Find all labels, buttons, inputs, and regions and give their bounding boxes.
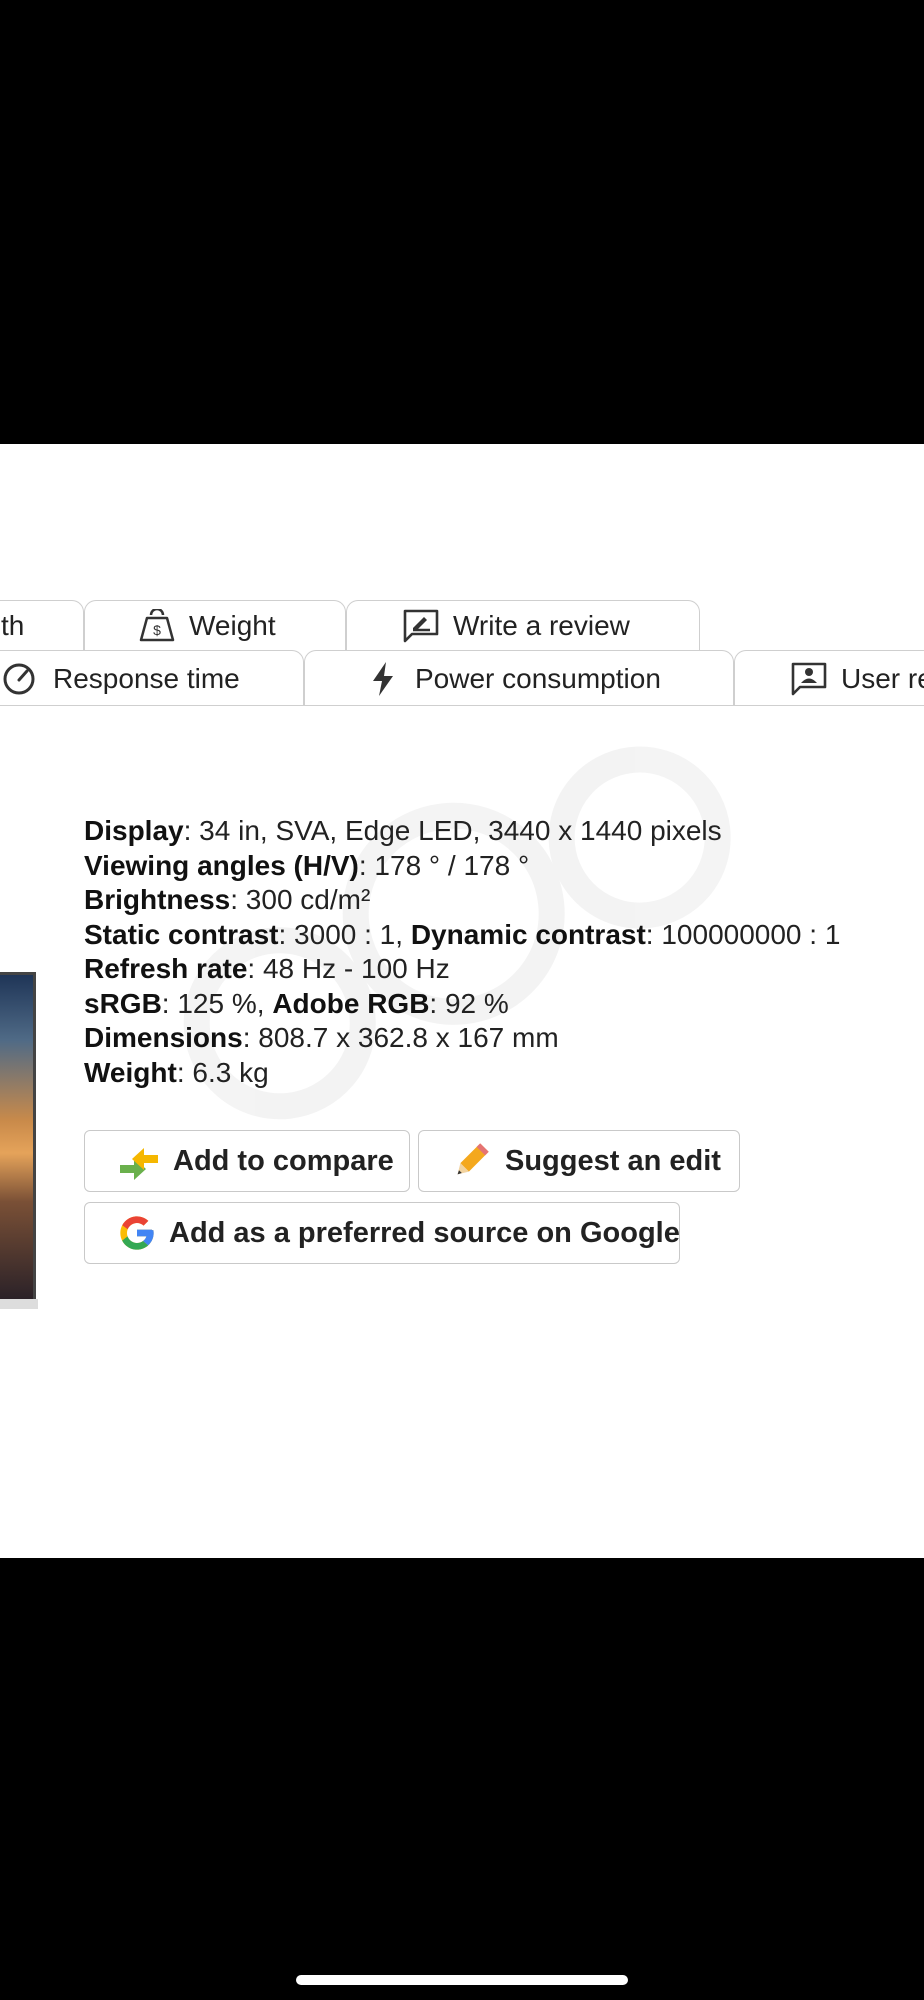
compare-arrows-icon xyxy=(117,1139,161,1183)
lightning-icon xyxy=(363,661,403,697)
write-review-icon xyxy=(401,608,441,644)
tab-label: th xyxy=(1,609,25,641)
tab-user-reviews[interactable]: User re xyxy=(734,650,924,706)
spec-viewing-angles: Viewing angles (H/V): 178 ° / 178 ° xyxy=(84,849,530,881)
product-image-stand xyxy=(0,1299,38,1309)
add-to-compare-button[interactable]: Add to compare xyxy=(84,1130,410,1192)
weight-icon: $ xyxy=(137,608,177,644)
spec-brightness: Brightness: 300 cd/m² xyxy=(84,884,371,915)
tab-power-consumption[interactable]: Power consumption xyxy=(304,650,734,706)
home-indicator[interactable] xyxy=(296,1975,628,1985)
tab-label: User re xyxy=(841,662,924,694)
spec-color-gamut: sRGB: 125 %, Adobe RGB: 92 % xyxy=(84,987,509,1019)
tab-label: Power consumption xyxy=(415,662,661,694)
google-source-label: Add as a preferred source on Google xyxy=(169,1216,680,1249)
user-review-icon xyxy=(789,661,829,697)
tab-label: Write a review xyxy=(453,609,630,641)
suggest-edit-button[interactable]: Suggest an edit xyxy=(418,1130,740,1192)
suggest-edit-label: Suggest an edit xyxy=(505,1144,721,1177)
page-content: th $ Weight Write a review Response time… xyxy=(0,444,924,1558)
tab-label: Weight xyxy=(189,609,276,641)
tab-weight[interactable]: $ Weight xyxy=(84,600,346,650)
tab-truncated[interactable]: th xyxy=(0,600,84,650)
svg-text:$: $ xyxy=(153,622,161,638)
tab-response-time[interactable]: Response time xyxy=(0,650,304,706)
spec-weight: Weight: 6.3 kg xyxy=(84,1056,269,1088)
gauge-icon xyxy=(0,661,39,697)
tab-divider xyxy=(0,705,924,706)
tab-label: Response time xyxy=(53,662,240,694)
product-image[interactable] xyxy=(0,972,36,1302)
spec-refresh-rate: Refresh rate: 48 Hz - 100 Hz xyxy=(84,953,450,984)
google-preferred-source-button[interactable]: Add as a preferred source on Google xyxy=(84,1202,680,1264)
spec-contrast: Static contrast: 3000 : 1, Dynamic contr… xyxy=(84,918,841,950)
spec-list: Display: 34 in, SVA, Edge LED, 3440 x 14… xyxy=(84,814,840,1090)
spec-dimensions: Dimensions: 808.7 x 362.8 x 167 mm xyxy=(84,1022,559,1053)
tab-write-review[interactable]: Write a review xyxy=(346,600,700,650)
pencil-icon xyxy=(449,1139,493,1183)
google-icon xyxy=(117,1211,157,1255)
add-to-compare-label: Add to compare xyxy=(173,1144,394,1177)
spec-display: Display: 34 in, SVA, Edge LED, 3440 x 14… xyxy=(84,815,722,846)
